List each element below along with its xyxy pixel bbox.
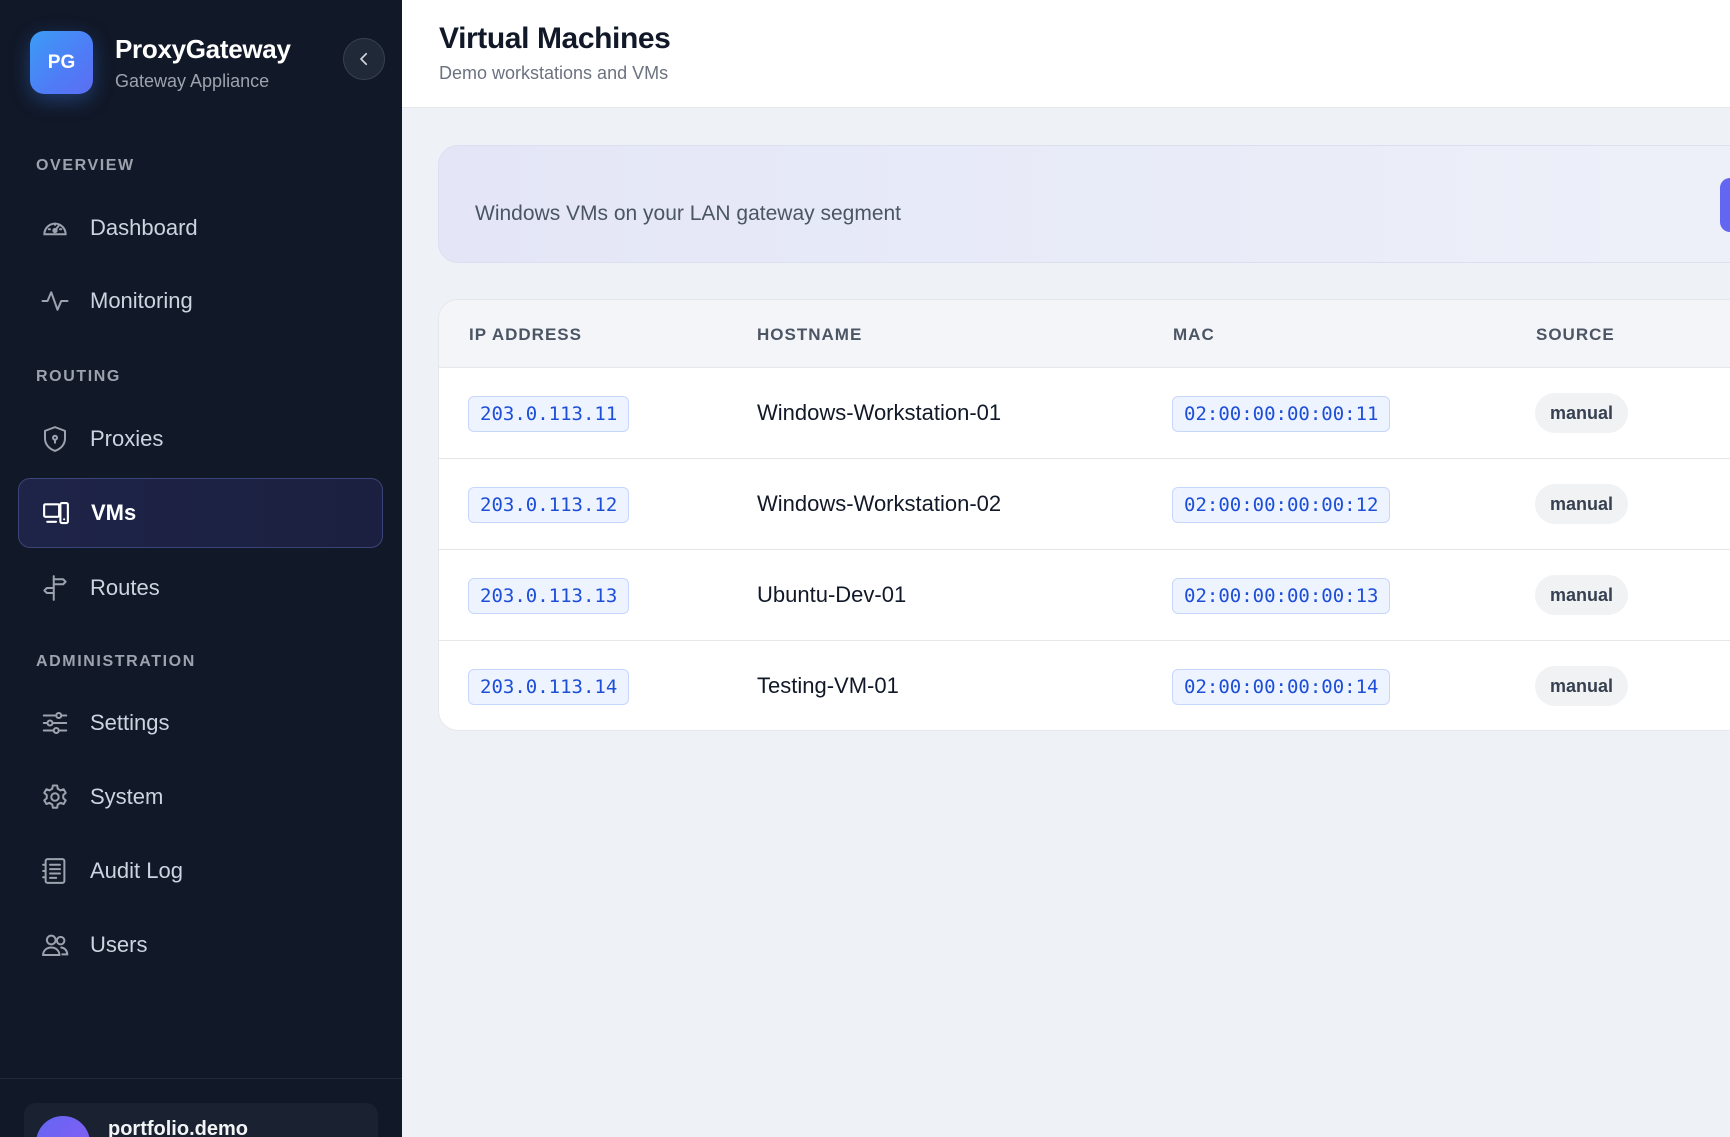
column-header-mac[interactable]: MAC (1173, 325, 1215, 345)
hostname-cell: Testing-VM-01 (757, 673, 899, 698)
column-header-source[interactable]: SOURCE (1536, 325, 1615, 345)
mac-address-chip: 02:00:00:00:00:14 (1172, 669, 1391, 705)
hostname-cell: Windows-Workstation-01 (757, 400, 1002, 425)
gauge-icon (43, 222, 67, 236)
sliders-icon (42, 712, 68, 734)
sidebar-item-label: Proxies (90, 426, 164, 451)
activity-icon (41, 291, 69, 311)
info-banner: Windows VMs on your LAN gateway segment (438, 145, 1730, 263)
mac-address-chip: 02:00:00:00:00:11 (1172, 396, 1391, 432)
page-subtitle: Demo workstations and VMs (439, 63, 669, 83)
table-header: IP ADDRESS HOSTNAME MAC SOURCE (439, 300, 1730, 368)
page-title: Virtual Machines (439, 22, 671, 55)
brand-text: ProxyGateway Gateway Appliance (115, 34, 291, 92)
sidebar-item-label: System (90, 784, 164, 809)
table-row[interactable]: 203.0.113.12 Windows-Workstation-02 02:0… (439, 459, 1730, 550)
source-badge: manual (1535, 393, 1629, 433)
sidebar-item-label: Settings (90, 710, 170, 735)
sidebar-item-dashboard[interactable]: Dashboard (18, 193, 383, 263)
hostname-cell: Ubuntu-Dev-01 (757, 582, 907, 607)
table-row[interactable]: 203.0.113.14 Testing-VM-01 02:00:00:00:0… (439, 641, 1730, 730)
sidebar: PG ProxyGateway Gateway Appliance OVERVI… (0, 0, 402, 1137)
sidebar-item-vms[interactable]: VMs (18, 478, 383, 548)
section-label-routing: ROUTING (36, 368, 121, 385)
sidebar-item-monitoring[interactable]: Monitoring (18, 266, 383, 336)
section-label-administration: ADMINISTRATION (36, 653, 196, 670)
section-label-overview: OVERVIEW (36, 157, 135, 174)
sidebar-item-label: Audit Log (90, 858, 183, 883)
banner-action-button[interactable] (1720, 178, 1730, 232)
ip-address-chip: 203.0.113.14 (468, 669, 630, 705)
users-icon (42, 934, 69, 956)
devices-icon (43, 501, 69, 525)
sidebar-item-label: Monitoring (90, 288, 193, 313)
app-subtitle: Gateway Appliance (115, 70, 270, 91)
log-icon (42, 858, 66, 884)
sidebar-item-proxies[interactable]: Proxies (18, 404, 383, 474)
user-name: portfolio.demo (108, 1118, 248, 1137)
sidebar-item-audit-log[interactable]: Audit Log (18, 836, 383, 906)
banner-text: Windows VMs on your LAN gateway segment (475, 202, 902, 225)
app-logo: PG (30, 31, 93, 94)
collapse-sidebar-button[interactable] (343, 38, 385, 80)
hostname-cell: Windows-Workstation-02 (757, 491, 1002, 516)
sidebar-item-settings[interactable]: Settings (18, 688, 383, 758)
mac-address-chip: 02:00:00:00:00:13 (1172, 578, 1391, 614)
column-header-hostname[interactable]: HOSTNAME (757, 325, 862, 345)
sidebar-item-users[interactable]: Users (18, 910, 383, 980)
chevron-left-icon (360, 52, 368, 66)
ip-address-chip: 203.0.113.11 (468, 396, 630, 432)
ip-address-chip: 203.0.113.13 (468, 578, 630, 614)
signpost-icon (43, 575, 67, 601)
source-badge: manual (1535, 484, 1629, 524)
shield-icon (44, 426, 66, 452)
mac-address-chip: 02:00:00:00:00:12 (1172, 487, 1391, 523)
sidebar-item-label: Dashboard (90, 215, 198, 240)
sidebar-item-routes[interactable]: Routes (18, 553, 383, 623)
source-badge: manual (1535, 666, 1629, 706)
sidebar-item-label: VMs (91, 500, 137, 525)
source-badge: manual (1535, 575, 1629, 615)
sidebar-item-label: Routes (90, 575, 160, 600)
app-title: ProxyGateway (115, 33, 291, 64)
sidebar-item-label: Users (90, 932, 148, 957)
table-row[interactable]: 203.0.113.11 Windows-Workstation-01 02:0… (439, 368, 1730, 459)
column-header-ip[interactable]: IP ADDRESS (469, 325, 582, 345)
ip-address-chip: 203.0.113.12 (468, 487, 630, 523)
table-row[interactable]: 203.0.113.13 Ubuntu-Dev-01 02:00:00:00:0… (439, 550, 1730, 641)
sidebar-item-system[interactable]: System (18, 762, 383, 832)
gear-icon (43, 784, 67, 809)
brand[interactable]: PG ProxyGateway Gateway Appliance (30, 31, 291, 94)
page-header: Virtual Machines Demo workstations and V… (402, 0, 1730, 108)
vm-table: IP ADDRESS HOSTNAME MAC SOURCE 203.0.113… (438, 299, 1730, 731)
